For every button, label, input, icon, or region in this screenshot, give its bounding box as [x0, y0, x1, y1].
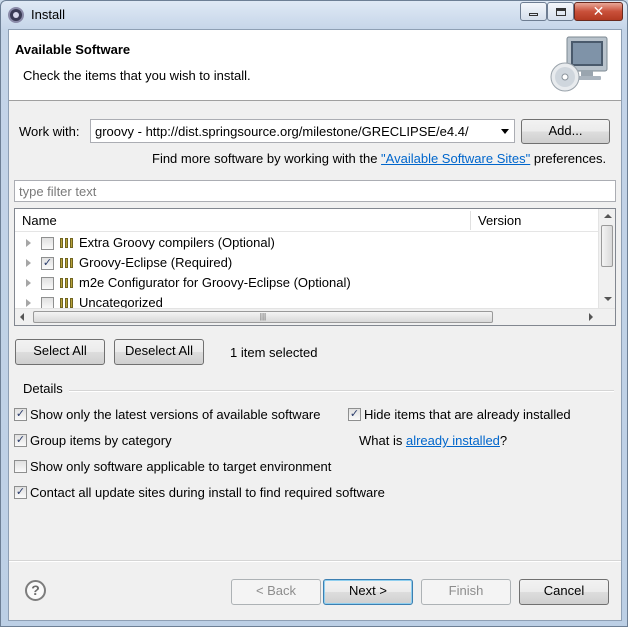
deselect-all-button[interactable]: Deselect All	[114, 339, 204, 365]
tree-row[interactable]: Extra Groovy compilers (Optional)	[15, 233, 599, 253]
filter-input[interactable]: type filter text	[14, 180, 616, 202]
category-icon	[60, 238, 74, 248]
category-icon	[60, 298, 74, 308]
expand-arrow-icon[interactable]	[26, 239, 31, 247]
latest-versions-checkbox[interactable]: ✓	[14, 408, 27, 421]
latest-versions-label[interactable]: Show only the latest versions of availab…	[30, 407, 321, 422]
dialog-body: Available Software Check the items that …	[8, 29, 622, 621]
footer-divider	[9, 560, 621, 562]
page-title: Available Software	[15, 42, 131, 57]
row-label: Groovy-Eclipse (Required)	[79, 255, 233, 270]
category-icon	[60, 278, 74, 288]
group-by-category-checkbox[interactable]: ✓	[14, 434, 27, 447]
back-button[interactable]: < Back	[231, 579, 321, 605]
tree-header: Name Version	[15, 209, 599, 232]
software-tree[interactable]: Name Version Extra Groovy compilers (Opt…	[14, 208, 616, 326]
help-icon[interactable]: ?	[25, 580, 46, 601]
close-icon: ✕	[592, 3, 605, 19]
install-window: Install ✕ Available Software Check the i…	[0, 0, 628, 627]
expand-arrow-icon[interactable]	[26, 299, 31, 307]
scroll-left-icon[interactable]	[20, 313, 24, 321]
chevron-down-icon[interactable]	[501, 129, 509, 134]
header-banner: Available Software Check the items that …	[9, 30, 621, 101]
column-header-version[interactable]: Version	[478, 213, 521, 228]
applicable-only-checkbox[interactable]	[14, 460, 27, 473]
what-is-prefix: What is	[359, 433, 406, 448]
column-divider[interactable]	[470, 211, 471, 230]
close-button[interactable]: ✕	[574, 2, 623, 21]
vertical-scrollbar[interactable]	[598, 209, 615, 308]
finish-button[interactable]: Finish	[421, 579, 511, 605]
cancel-button[interactable]: Cancel	[519, 579, 609, 605]
row-label: m2e Configurator for Groovy-Eclipse (Opt…	[79, 275, 351, 290]
tree-row[interactable]: ✓ Groovy-Eclipse (Required)	[15, 253, 599, 273]
minimize-icon	[529, 13, 538, 16]
horizontal-scroll-thumb[interactable]: |||	[33, 311, 493, 323]
expand-arrow-icon[interactable]	[26, 259, 31, 267]
already-installed-link[interactable]: already installed	[406, 433, 500, 448]
maximize-icon	[555, 7, 566, 16]
more-software-suffix: preferences.	[530, 151, 607, 166]
filter-placeholder: type filter text	[19, 184, 97, 199]
title-bar[interactable]: Install ✕	[1, 1, 627, 29]
window-title: Install	[31, 7, 65, 22]
tree-row[interactable]: m2e Configurator for Groovy-Eclipse (Opt…	[15, 273, 599, 293]
scroll-right-icon[interactable]	[589, 313, 593, 321]
work-with-label: Work with:	[19, 124, 80, 139]
next-button[interactable]: Next >	[323, 579, 413, 605]
install-monitor-icon	[550, 36, 608, 92]
scroll-down-icon[interactable]	[604, 297, 612, 301]
work-with-value: groovy - http://dist.springsource.org/mi…	[95, 124, 469, 139]
category-icon	[60, 258, 74, 268]
details-divider	[69, 390, 614, 392]
page-description: Check the items that you wish to install…	[23, 68, 251, 83]
contact-all-sites-checkbox[interactable]: ✓	[14, 486, 27, 499]
row-checkbox[interactable]: ✓	[41, 257, 54, 270]
group-by-category-label[interactable]: Group items by category	[30, 433, 172, 448]
row-checkbox[interactable]	[41, 237, 54, 250]
contact-all-sites-label[interactable]: Contact all update sites during install …	[30, 485, 385, 500]
available-software-sites-link[interactable]: "Available Software Sites"	[381, 151, 530, 166]
what-is-installed-text: What is already installed?	[359, 433, 507, 448]
add-site-button[interactable]: Add...	[521, 119, 610, 144]
more-software-text: Find more software by working with the "…	[152, 151, 606, 166]
scroll-up-icon[interactable]	[604, 214, 612, 218]
minimize-button[interactable]	[520, 2, 547, 21]
work-with-combo[interactable]: groovy - http://dist.springsource.org/mi…	[90, 119, 515, 143]
what-is-suffix: ?	[499, 433, 508, 448]
row-checkbox[interactable]	[41, 277, 54, 290]
applicable-only-label[interactable]: Show only software applicable to target …	[30, 459, 331, 474]
vertical-scroll-thumb[interactable]	[601, 225, 613, 267]
eclipse-app-icon	[8, 7, 24, 23]
hide-installed-label[interactable]: Hide items that are already installed	[364, 407, 571, 422]
details-heading: Details	[23, 381, 63, 396]
selection-status: 1 item selected	[230, 345, 318, 360]
row-label: Extra Groovy compilers (Optional)	[79, 235, 275, 250]
horizontal-scrollbar[interactable]: |||	[15, 308, 615, 325]
hide-installed-checkbox[interactable]: ✓	[348, 408, 361, 421]
column-header-name[interactable]: Name	[22, 213, 57, 228]
select-all-button[interactable]: Select All	[15, 339, 105, 365]
maximize-button[interactable]	[547, 2, 574, 21]
more-software-prefix: Find more software by working with the	[152, 151, 382, 166]
expand-arrow-icon[interactable]	[26, 279, 31, 287]
